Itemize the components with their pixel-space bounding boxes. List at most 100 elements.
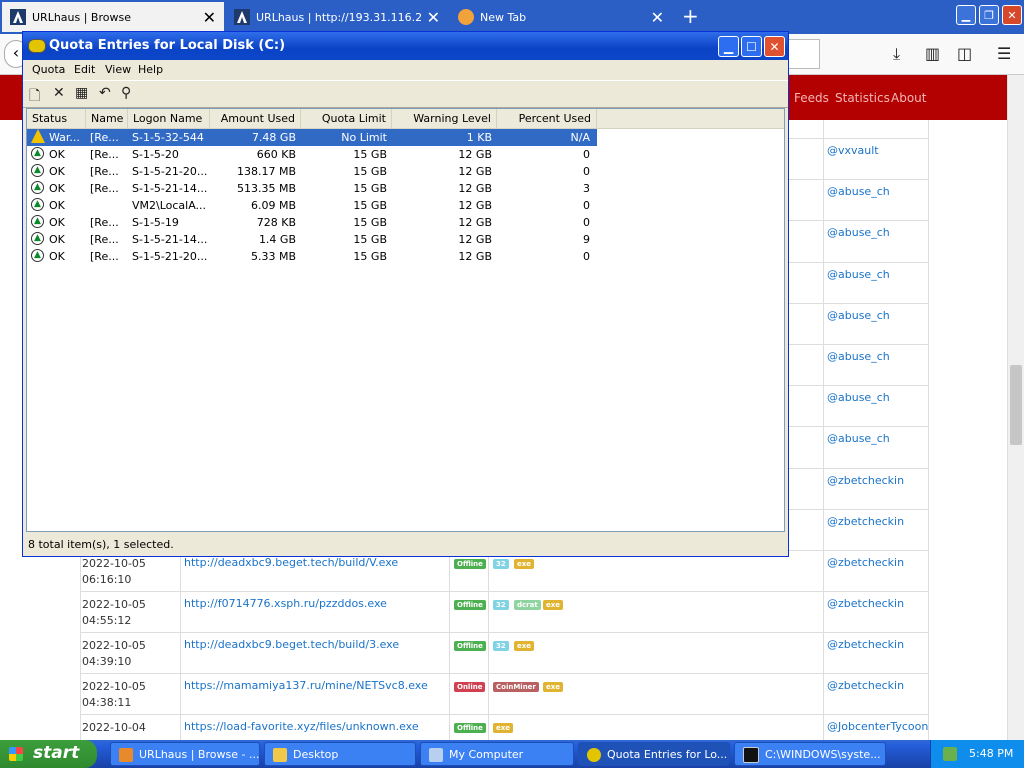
nav-statistics[interactable]: Statistics (835, 91, 890, 105)
page-scrollbar[interactable] (1007, 75, 1024, 740)
table-row: 2022-10-05 04:38:11 https://mamamiya137.r… (80, 673, 928, 715)
reporter-link[interactable]: @vxvault (827, 144, 879, 157)
quota-entry-row[interactable]: ▲ OK [Re... S-1-5-21-20... 5.33 MB 15 GB… (27, 248, 597, 265)
entry-percent: 3 (583, 182, 590, 195)
quota-entry-row[interactable]: ▲ OK [Re... S-1-5-21-14... 513.35 MB 15 … (27, 180, 597, 197)
column-amount-used[interactable]: Amount Used (210, 109, 301, 128)
tag-badge[interactable]: dcrat (514, 600, 541, 610)
close-tab-icon[interactable]: ✕ (651, 8, 664, 27)
entry-name: [Re... (90, 165, 119, 178)
reporter-link[interactable]: @zbetcheckin (827, 515, 904, 528)
reporter-link[interactable]: @abuse_ch (827, 432, 890, 445)
reporter-link[interactable]: @zbetcheckin (827, 597, 904, 610)
url-link[interactable]: https://load-favorite.xyz/files/unknown.… (184, 720, 419, 733)
entry-percent: 0 (583, 216, 590, 229)
clock[interactable]: 5:48 PM (969, 747, 1013, 760)
task-urlhaus[interactable]: URLhaus | Browse - ... (110, 742, 260, 766)
task-my-computer[interactable]: My Computer (420, 742, 574, 766)
scrollbar-thumb[interactable] (1010, 365, 1022, 445)
menu-edit[interactable]: Edit (74, 63, 95, 76)
new-tab-icon[interactable]: + (682, 4, 699, 28)
minimize-icon[interactable]: ▁ (718, 36, 739, 57)
tag-badge[interactable]: 32 (493, 641, 509, 651)
date-added: 2022-10-05 06:16:10 (82, 557, 146, 586)
close-tab-icon[interactable]: ✕ (427, 8, 440, 27)
nav-feeds[interactable]: Feeds (794, 91, 829, 105)
restore-icon[interactable]: ❐ (979, 5, 999, 25)
tag-badge[interactable]: exe (543, 600, 564, 610)
reporter-link[interactable]: @zbetcheckin (827, 679, 904, 692)
close-icon[interactable]: ✕ (764, 36, 785, 57)
url-link[interactable]: http://f0714776.xsph.ru/pzzddos.exe (184, 597, 387, 610)
date-added: 2022-10-05 04:39:10 (82, 639, 146, 668)
reporter-link[interactable]: @JobcenterTycoon (827, 720, 928, 733)
task-cmd[interactable]: C:\WINDOWS\syste... (734, 742, 886, 766)
hamburger-menu-icon[interactable]: ☰ (997, 44, 1011, 63)
ok-status-icon: ▲ (31, 198, 44, 211)
window-title-bar[interactable]: Quota Entries for Local Disk (C:) ▁ ☐ ✕ (23, 32, 788, 60)
reporter-link[interactable]: @abuse_ch (827, 268, 890, 281)
reporter-link[interactable]: @zbetcheckin (827, 638, 904, 651)
close-icon[interactable]: ✕ (1002, 5, 1022, 25)
column-logon-name[interactable]: Logon Name (128, 109, 210, 128)
column-name[interactable]: Name (86, 109, 128, 128)
tab-urlhaus-url[interactable]: URLhaus | http://193.31.116.23 ✕ (226, 2, 448, 32)
start-button[interactable]: start (0, 740, 97, 768)
quota-entry-row[interactable]: ▲ OK [Re... S-1-5-21-20... 138.17 MB 15 … (27, 163, 597, 180)
reporter-link[interactable]: @abuse_ch (827, 309, 890, 322)
reporter-link[interactable]: @zbetcheckin (827, 556, 904, 569)
reporter-link[interactable]: @abuse_ch (827, 226, 890, 239)
download-icon[interactable]: ⤓ (893, 44, 900, 64)
tag-badge[interactable]: 32 (493, 559, 509, 569)
tag-badge[interactable]: exe (514, 641, 535, 651)
quota-entry-row[interactable]: War... [Re... S-1-5-32-544 7.48 GB No Li… (27, 129, 597, 146)
column-quota-limit[interactable]: Quota Limit (301, 109, 392, 128)
tab-new-tab[interactable]: New Tab ✕ (450, 2, 672, 32)
maximize-icon[interactable]: ☐ (741, 36, 762, 57)
url-link[interactable]: http://deadxbc9.beget.tech/build/3.exe (184, 638, 399, 651)
close-tab-icon[interactable]: ✕ (203, 8, 216, 27)
sidebar-icon[interactable]: ◫ (957, 44, 972, 63)
tag-badge[interactable]: CoinMiner (493, 682, 539, 692)
column-warning-level[interactable]: Warning Level (392, 109, 497, 128)
quota-entry-row[interactable]: ▲ OK [Re... S-1-5-21-14... 1.4 GB 15 GB … (27, 231, 597, 248)
tag-badge[interactable]: exe (543, 682, 564, 692)
column-percent-used[interactable]: Percent Used (497, 109, 597, 128)
quota-entry-row[interactable]: ▲ OK [Re... S-1-5-19 728 KB 15 GB 12 GB … (27, 214, 597, 231)
reporter-link[interactable]: @abuse_ch (827, 350, 890, 363)
task-quota-entries[interactable]: Quota Entries for Lo... (578, 742, 730, 766)
task-label: C:\WINDOWS\syste... (765, 748, 881, 761)
entry-logon: S-1-5-21-20... (132, 250, 208, 263)
new-entry-icon[interactable]: 🗋 (29, 85, 40, 109)
entry-warning: 12 GB (458, 165, 492, 178)
task-desktop[interactable]: Desktop (264, 742, 416, 766)
quota-list-view[interactable]: Status Name Logon Name Amount Used Quota… (26, 108, 785, 532)
reporter-link[interactable]: @zbetcheckin (827, 474, 904, 487)
undo-icon[interactable]: ↶ (99, 85, 111, 101)
menu-view[interactable]: View (105, 63, 131, 76)
tag-badge[interactable]: exe (514, 559, 535, 569)
library-icon[interactable]: ▥ (925, 44, 940, 63)
computer-icon (429, 748, 443, 762)
column-status[interactable]: Status (27, 109, 86, 128)
menu-help[interactable]: Help (138, 63, 163, 76)
url-link[interactable]: http://deadxbc9.beget.tech/build/V.exe (184, 556, 398, 569)
reporter-link[interactable]: @abuse_ch (827, 185, 890, 198)
firefox-icon (458, 9, 474, 25)
date-added: 2022-10-05 04:38:11 (82, 680, 146, 709)
quota-entry-row[interactable]: ▲ OK VM2\LocalA... 6.09 MB 15 GB 12 GB 0 (27, 197, 597, 214)
network-icon[interactable] (943, 747, 957, 761)
minimize-icon[interactable]: ▁ (956, 5, 976, 25)
tag-badge[interactable]: exe (493, 723, 514, 733)
task-label: Desktop (293, 748, 339, 761)
nav-about[interactable]: About (891, 91, 926, 105)
find-icon[interactable]: ⚲ (121, 85, 131, 101)
tab-urlhaus-browse[interactable]: URLhaus | Browse ✕ (2, 2, 224, 32)
delete-icon[interactable]: ✕ (53, 85, 65, 101)
properties-icon[interactable]: ▦ (75, 85, 88, 101)
menu-quota[interactable]: Quota (32, 63, 65, 76)
quota-entry-row[interactable]: ▲ OK [Re... S-1-5-20 660 KB 15 GB 12 GB … (27, 146, 597, 163)
tag-badge[interactable]: 32 (493, 600, 509, 610)
url-link[interactable]: https://mamamiya137.ru/mine/NETSvc8.exe (184, 679, 428, 692)
reporter-link[interactable]: @abuse_ch (827, 391, 890, 404)
